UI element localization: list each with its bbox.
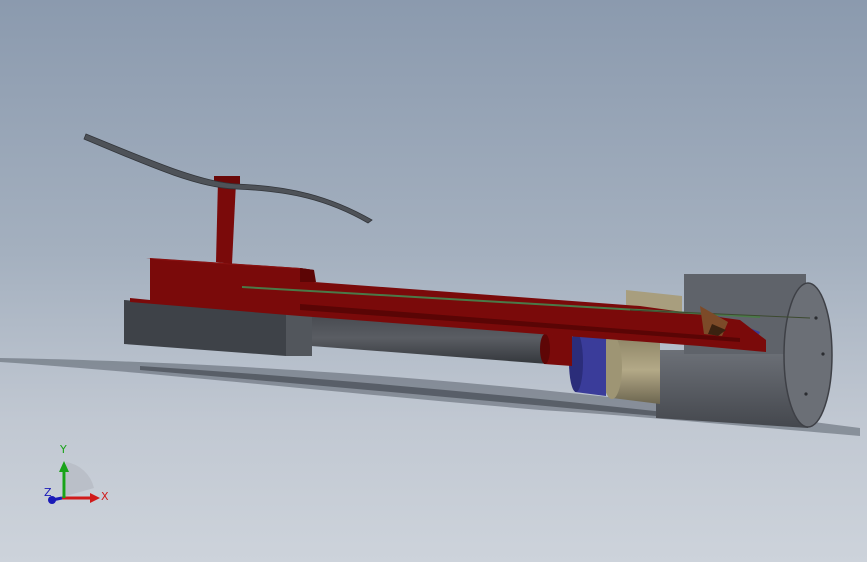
motor-cylinder[interactable] xyxy=(656,274,833,428)
triad-sector xyxy=(66,462,94,496)
triad-x-arrow-icon xyxy=(90,493,100,503)
motor-screw-hole xyxy=(814,316,818,320)
3d-viewport[interactable]: X Y Z xyxy=(0,0,867,562)
cad-model-scene[interactable] xyxy=(0,0,867,562)
triad-z-label: Z xyxy=(44,486,52,499)
triad-x-label: X xyxy=(101,490,109,503)
motor-screw-hole xyxy=(804,392,808,396)
red-collar[interactable] xyxy=(540,334,572,366)
coordinate-triad xyxy=(48,461,100,504)
motor-screw-hole xyxy=(821,352,825,356)
lever-stem[interactable] xyxy=(216,180,236,264)
triad-y-label: Y xyxy=(60,443,67,456)
